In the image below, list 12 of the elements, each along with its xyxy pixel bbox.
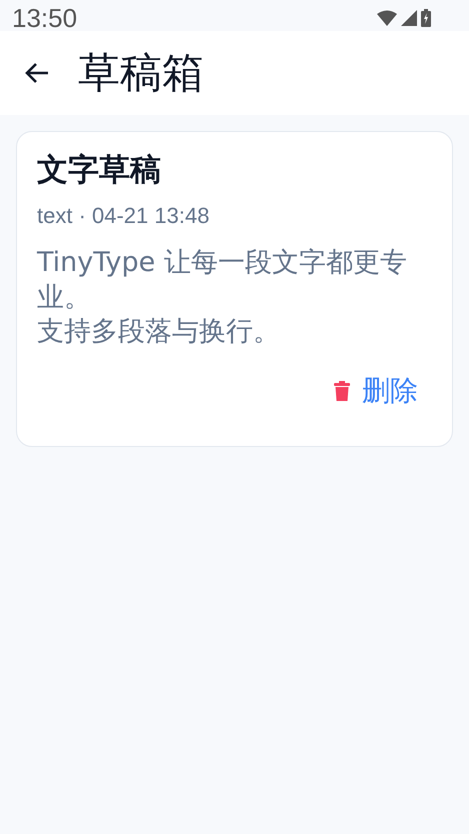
status-time: 13:50: [12, 5, 78, 31]
draft-card[interactable]: 文字草稿 text · 04-21 13:48 TinyType 让每一段文字都更专业。 支持多段落与换行。 删除: [16, 131, 453, 447]
delete-button[interactable]: 删除: [320, 366, 432, 416]
wifi-icon: [377, 10, 397, 26]
battery-icon: [421, 9, 431, 27]
draft-meta: text · 04-21 13:48: [37, 202, 210, 230]
trash-icon: [334, 380, 350, 401]
page-title: 草稿箱: [78, 52, 204, 94]
draft-body-line: 支持多段落与换行。: [37, 315, 281, 350]
signal-icon: [401, 10, 417, 26]
draft-body-line: TinyType 让每一段文字都更专业。: [37, 246, 408, 315]
draft-title: 文字草稿: [37, 152, 162, 190]
